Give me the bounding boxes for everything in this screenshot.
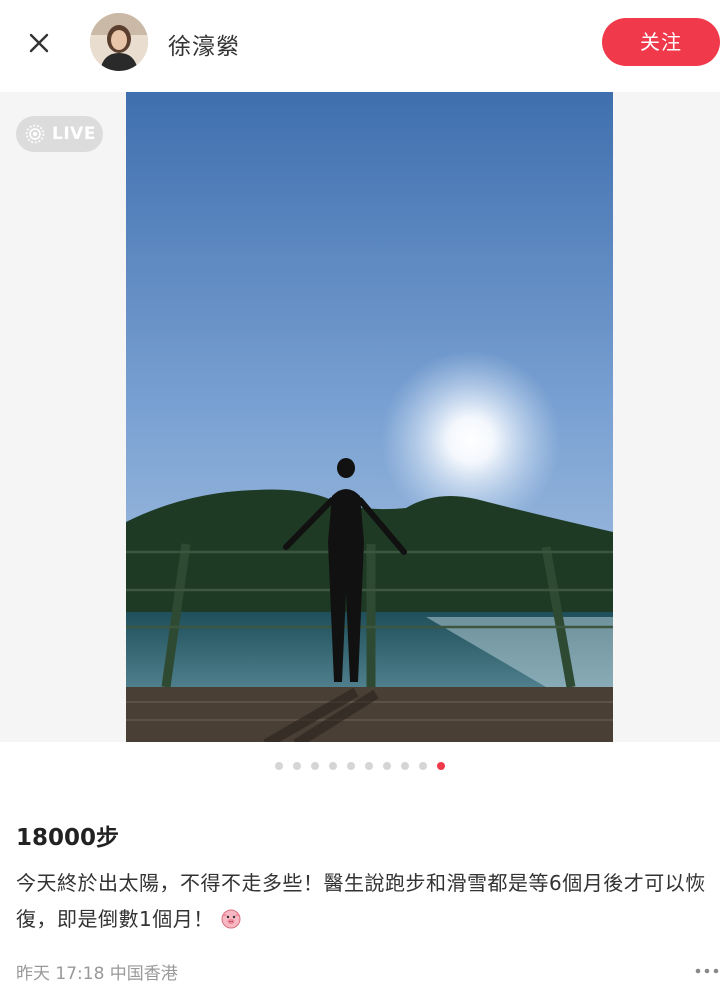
carousel-dot	[401, 762, 409, 770]
avatar[interactable]	[90, 13, 148, 71]
carousel-dot	[383, 762, 391, 770]
post-photo[interactable]	[126, 92, 613, 742]
carousel-dot	[293, 762, 301, 770]
live-badge[interactable]: LIVE	[16, 116, 103, 152]
carousel-dot	[347, 762, 355, 770]
post-body: 今天終於出太陽，不得不走多些！醫生說跑步和滑雪都是等6個月後才可以恢復，即是倒數…	[16, 865, 716, 937]
top-bar: 徐濠縈 关注	[0, 0, 720, 88]
image-carousel[interactable]: LIVE	[0, 92, 720, 742]
more-dots-icon[interactable]	[694, 960, 720, 982]
carousel-dot	[419, 762, 427, 770]
carousel-dot	[437, 762, 445, 770]
author-name[interactable]: 徐濠縈	[168, 27, 240, 61]
post-title: 18000步	[16, 825, 120, 851]
carousel-indicator	[0, 760, 720, 772]
close-icon[interactable]	[22, 26, 56, 60]
carousel-dot	[329, 762, 337, 770]
follow-button[interactable]: 关注	[602, 18, 720, 66]
post-meta: 昨天 17:18 中国香港	[16, 964, 178, 984]
carousel-dot	[275, 762, 283, 770]
live-label: LIVE	[52, 124, 96, 144]
pig-face-emoji-icon	[220, 904, 242, 929]
carousel-dot	[311, 762, 319, 770]
live-photo-icon	[25, 124, 45, 144]
post-body-text: 今天終於出太陽，不得不走多些！醫生說跑步和滑雪都是等6個月後才可以恢復，即是倒數…	[16, 871, 706, 931]
carousel-dot	[365, 762, 373, 770]
